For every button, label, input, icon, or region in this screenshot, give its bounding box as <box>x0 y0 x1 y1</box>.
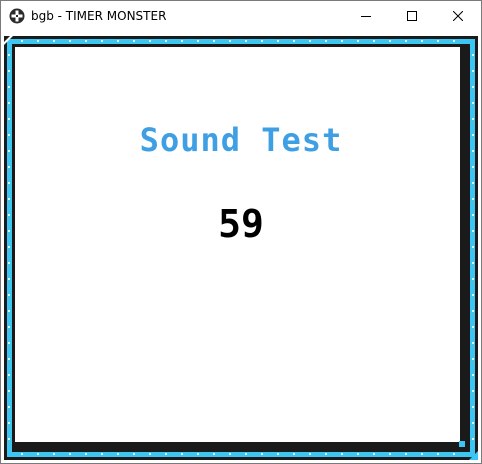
minimize-button[interactable] <box>343 1 389 31</box>
emulator-window: bgb - TIMER MONSTER Sound Test 59 <box>0 0 482 464</box>
minimize-icon <box>361 16 371 17</box>
sound-test-title: Sound Test <box>139 121 343 159</box>
maximize-icon <box>407 11 417 21</box>
close-button[interactable] <box>435 1 481 31</box>
sound-number-value: 59 <box>218 202 264 246</box>
title-bar[interactable]: bgb - TIMER MONSTER <box>1 1 481 31</box>
game-screen[interactable]: Sound Test 59 <box>1 32 481 463</box>
maximize-button[interactable] <box>389 1 435 31</box>
window-controls <box>343 1 481 31</box>
close-icon <box>453 11 463 21</box>
gameboy-dpad-icon[interactable] <box>9 8 25 24</box>
window-title: bgb - TIMER MONSTER <box>31 9 167 23</box>
screen-border-frame <box>4 36 478 460</box>
